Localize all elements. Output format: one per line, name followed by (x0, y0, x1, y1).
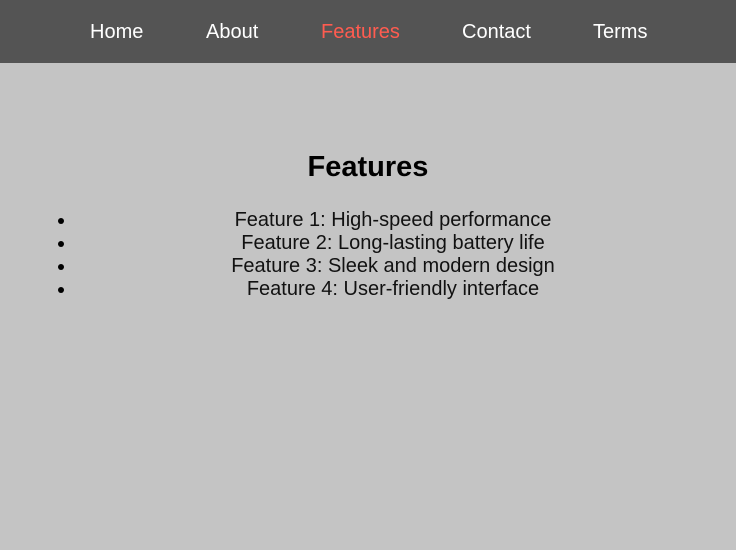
feature-text: Feature 2: Long-lasting battery life (241, 232, 545, 254)
feature-text: Feature 3: Sleek and modern design (231, 255, 555, 277)
nav-link-features[interactable]: Features (321, 21, 400, 43)
top-navigation-bar: Home About Features Contact Terms (0, 0, 736, 63)
nav-link-contact[interactable]: Contact (462, 21, 531, 43)
bullet-icon (58, 218, 64, 224)
list-item: Feature 3: Sleek and modern design (0, 255, 736, 278)
feature-list: Feature 1: High-speed performance Featur… (0, 209, 736, 301)
nav-link-home[interactable]: Home (90, 21, 143, 43)
main-content: Features Feature 1: High-speed performan… (0, 63, 736, 550)
bullet-icon (58, 287, 64, 293)
list-item: Feature 2: Long-lasting battery life (0, 232, 736, 255)
list-item: Feature 1: High-speed performance (0, 209, 736, 232)
nav-link-terms[interactable]: Terms (593, 21, 647, 43)
feature-text: Feature 4: User-friendly interface (246, 278, 540, 300)
page-title: Features (307, 151, 429, 183)
feature-text: Feature 1: High-speed performance (234, 209, 552, 231)
list-item: Feature 4: User-friendly interface (0, 278, 736, 301)
bullet-icon (58, 264, 64, 270)
nav-link-about[interactable]: About (206, 21, 258, 43)
bullet-icon (58, 241, 64, 247)
